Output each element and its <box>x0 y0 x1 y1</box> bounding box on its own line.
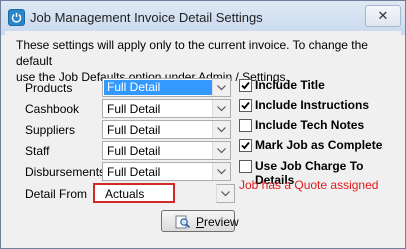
window-title: Job Management Invoice Detail Settings <box>30 10 263 25</box>
dialog-content: These settings will apply only to the cu… <box>5 31 401 244</box>
cashbook-select[interactable]: Full Detail <box>102 99 231 118</box>
label-cashbook: Cashbook <box>25 102 80 116</box>
products-select-value: Full Detail <box>104 80 212 95</box>
include-instructions-label[interactable]: Include Instructions <box>255 98 369 112</box>
info-line-1: These settings will apply only to the cu… <box>16 38 368 68</box>
label-detail-from: Detail From <box>25 187 88 201</box>
staff-select[interactable]: Full Detail <box>102 141 231 160</box>
disbursements-select-value: Full Detail <box>107 165 161 179</box>
staff-select-value: Full Detail <box>107 144 161 158</box>
preview-button-label: Preview <box>196 215 239 229</box>
chevron-down-icon[interactable] <box>212 142 230 159</box>
chevron-down-icon[interactable] <box>212 79 230 96</box>
close-icon: ✕ <box>377 8 389 23</box>
close-button[interactable]: ✕ <box>365 5 401 27</box>
power-icon <box>8 9 25 26</box>
mark-job-complete-label[interactable]: Mark Job as Complete <box>255 138 382 152</box>
magnifier-icon <box>175 215 191 232</box>
chevron-down-icon[interactable] <box>212 121 230 138</box>
dialog-window: Job Management Invoice Detail Settings ✕… <box>0 0 406 249</box>
detail-from-dropdown-button[interactable] <box>216 184 235 203</box>
label-suppliers: Suppliers <box>25 123 76 137</box>
suppliers-select[interactable]: Full Detail <box>102 120 231 139</box>
products-select[interactable]: Full Detail <box>102 78 231 97</box>
label-products: Products <box>25 81 73 95</box>
quote-warning: Job has a Quote assigned <box>239 178 379 192</box>
chevron-down-icon[interactable] <box>212 100 230 117</box>
mark-job-complete-checkbox[interactable] <box>239 139 252 152</box>
cashbook-select-value: Full Detail <box>107 102 161 116</box>
include-title-checkbox[interactable] <box>239 79 252 92</box>
label-disbursements: Disbursements <box>25 165 106 179</box>
use-job-charge-checkbox[interactable] <box>239 160 252 173</box>
include-tech-notes-label[interactable]: Include Tech Notes <box>255 118 364 132</box>
include-instructions-checkbox[interactable] <box>239 99 252 112</box>
include-title-label[interactable]: Include Title <box>255 78 325 92</box>
detail-from-select[interactable]: Actuals <box>93 183 175 203</box>
include-tech-notes-checkbox[interactable] <box>239 119 252 132</box>
disbursements-select[interactable]: Full Detail <box>102 162 231 181</box>
title-bar[interactable]: Job Management Invoice Detail Settings ✕ <box>1 1 405 35</box>
suppliers-select-value: Full Detail <box>107 123 161 137</box>
label-staff: Staff <box>25 144 50 158</box>
chevron-down-icon <box>217 191 234 205</box>
chevron-down-icon[interactable] <box>212 163 230 180</box>
preview-button[interactable]: Preview <box>161 210 239 232</box>
detail-from-select-value: Actuals <box>105 187 145 201</box>
